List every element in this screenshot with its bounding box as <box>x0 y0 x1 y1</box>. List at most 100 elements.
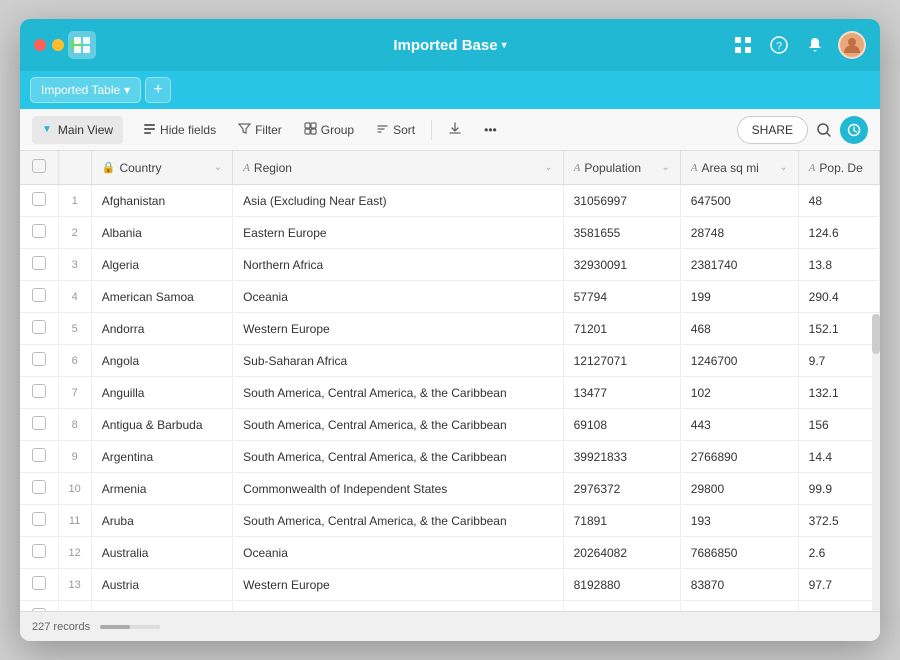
bell-icon[interactable] <box>802 32 828 58</box>
group-icon <box>304 122 317 138</box>
row-checkbox[interactable] <box>32 448 46 462</box>
filter-label: Filter <box>255 123 282 137</box>
row-checkbox[interactable] <box>32 544 46 558</box>
cell-area: 29800 <box>680 473 798 505</box>
filter-button[interactable]: Filter <box>228 116 292 144</box>
grid-icon[interactable] <box>730 32 756 58</box>
avatar[interactable] <box>838 31 866 59</box>
row-checkbox-cell[interactable] <box>20 313 58 345</box>
row-checkbox[interactable] <box>32 320 46 334</box>
cell-region: Sub-Saharan Africa <box>233 345 563 377</box>
header-pop-density[interactable]: A Pop. De <box>798 151 879 185</box>
add-label: + <box>154 81 163 99</box>
more-button[interactable]: ••• <box>474 116 507 144</box>
row-checkbox[interactable] <box>32 480 46 494</box>
cell-population: 7961619 <box>563 601 680 612</box>
col-region-type-icon: A <box>243 162 250 174</box>
row-number: 1 <box>58 185 91 217</box>
cell-population: 13477 <box>563 377 680 409</box>
group-label: Group <box>321 123 354 137</box>
row-checkbox[interactable] <box>32 288 46 302</box>
cell-area: 468 <box>680 313 798 345</box>
export-button[interactable] <box>438 116 472 144</box>
minimize-button[interactable] <box>52 39 64 51</box>
row-checkbox[interactable] <box>32 384 46 398</box>
main-window: Imported Base ▾ ? <box>20 19 880 641</box>
cell-pop-density: 156 <box>798 409 879 441</box>
title-dropdown-arrow[interactable]: ▾ <box>502 40 507 51</box>
row-checkbox-cell[interactable] <box>20 217 58 249</box>
cell-region: South America, Central America, & the Ca… <box>233 441 563 473</box>
cell-region: Asia (Excluding Near East) <box>233 185 563 217</box>
cell-country: Austria <box>91 569 232 601</box>
hide-fields-icon <box>143 122 156 138</box>
hide-fields-button[interactable]: Hide fields <box>133 116 226 144</box>
row-checkbox[interactable] <box>32 512 46 526</box>
logo-icon <box>68 31 96 59</box>
cell-area: 193 <box>680 505 798 537</box>
cell-pop-density: 97.7 <box>798 569 879 601</box>
cell-region: Commonwealth of Independent States <box>233 473 563 505</box>
row-checkbox-cell[interactable] <box>20 409 58 441</box>
horizontal-scrollbar-thumb[interactable] <box>100 625 130 629</box>
cell-population: 57794 <box>563 281 680 313</box>
sort-label: Sort <box>393 123 415 137</box>
header-population[interactable]: A Population ⌄ <box>563 151 680 185</box>
group-button[interactable]: Group <box>294 116 364 144</box>
row-checkbox[interactable] <box>32 416 46 430</box>
close-button[interactable] <box>34 39 46 51</box>
svg-text:?: ? <box>776 41 782 53</box>
row-checkbox-cell[interactable] <box>20 537 58 569</box>
add-table-button[interactable]: + <box>145 77 171 103</box>
cell-population: 71201 <box>563 313 680 345</box>
tab-dropdown-arrow[interactable]: ▾ <box>124 83 130 97</box>
cell-country: Armenia <box>91 473 232 505</box>
share-label: SHARE <box>752 123 793 137</box>
row-checkbox-cell[interactable] <box>20 377 58 409</box>
search-button[interactable] <box>810 116 838 144</box>
history-button[interactable] <box>840 116 868 144</box>
header-area[interactable]: A Area sq mi ⌄ <box>680 151 798 185</box>
table-body: 1 Afghanistan Asia (Excluding Near East)… <box>20 185 880 612</box>
row-checkbox-cell[interactable] <box>20 569 58 601</box>
cell-pop-density: 290.4 <box>798 281 879 313</box>
cell-region: Western Europe <box>233 569 563 601</box>
col-country-label: Country <box>119 161 161 175</box>
row-checkbox-cell[interactable] <box>20 281 58 313</box>
scrollbar-thumb[interactable] <box>872 314 880 354</box>
cell-population: 71891 <box>563 505 680 537</box>
cell-population: 31056997 <box>563 185 680 217</box>
cell-pop-density: 132.1 <box>798 377 879 409</box>
row-checkbox-cell[interactable] <box>20 185 58 217</box>
table-tab[interactable]: Imported Table ▾ <box>30 77 141 103</box>
share-button[interactable]: SHARE <box>737 116 808 144</box>
row-checkbox[interactable] <box>32 224 46 238</box>
row-checkbox[interactable] <box>32 608 46 611</box>
row-checkbox-cell[interactable] <box>20 441 58 473</box>
header-checkbox-cell[interactable] <box>20 151 58 185</box>
table-container[interactable]: 🔒 Country ⌄ A Region ⌄ <box>20 151 880 611</box>
row-checkbox[interactable] <box>32 256 46 270</box>
cell-population: 3581655 <box>563 217 680 249</box>
horizontal-scrollbar[interactable] <box>100 625 160 629</box>
help-icon[interactable]: ? <box>766 32 792 58</box>
scrollbar-track[interactable] <box>872 314 880 611</box>
row-checkbox-cell[interactable] <box>20 473 58 505</box>
cell-population: 69108 <box>563 409 680 441</box>
row-checkbox-cell[interactable] <box>20 345 58 377</box>
row-checkbox-cell[interactable] <box>20 249 58 281</box>
select-all-checkbox[interactable] <box>32 159 46 173</box>
row-checkbox-cell[interactable] <box>20 601 58 612</box>
header-region[interactable]: A Region ⌄ <box>233 151 563 185</box>
cell-area: 2766890 <box>680 441 798 473</box>
table-row: 4 American Samoa Oceania 57794 199 290.4 <box>20 281 880 313</box>
row-checkbox[interactable] <box>32 576 46 590</box>
row-checkbox[interactable] <box>32 192 46 206</box>
row-checkbox[interactable] <box>32 352 46 366</box>
view-selector[interactable]: ▼ Main View <box>32 116 123 144</box>
header-country[interactable]: 🔒 Country ⌄ <box>91 151 232 185</box>
col-population-label: Population <box>584 161 641 175</box>
row-checkbox-cell[interactable] <box>20 505 58 537</box>
row-number: 10 <box>58 473 91 505</box>
sort-button[interactable]: Sort <box>366 116 425 144</box>
